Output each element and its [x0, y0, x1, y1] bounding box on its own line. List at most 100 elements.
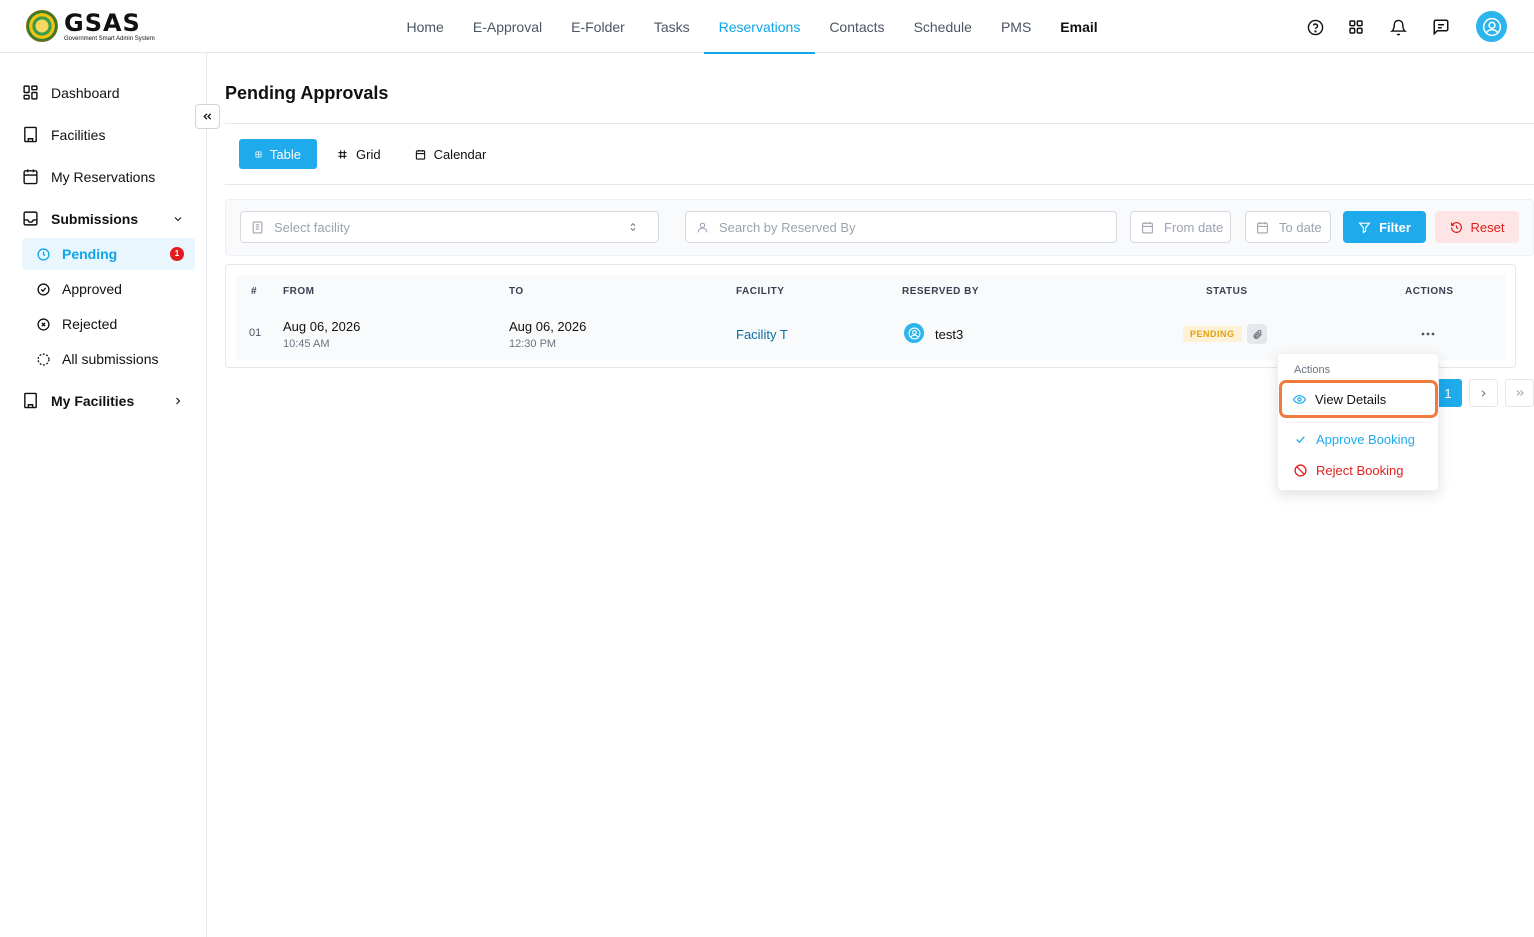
- ban-icon: [1294, 464, 1307, 477]
- facility-link[interactable]: Facility T: [736, 327, 788, 342]
- tab-calendar[interactable]: Calendar: [399, 139, 503, 169]
- reject-booking-label: Reject Booking: [1316, 463, 1404, 478]
- page-title: Pending Approvals: [225, 83, 389, 103]
- approve-booking-menu-item[interactable]: Approve Booking: [1294, 432, 1415, 447]
- from-date-placeholder: From date: [1164, 219, 1224, 235]
- menu-divider: [1286, 422, 1432, 423]
- sidebar-label-submissions: Submissions: [51, 210, 139, 227]
- nav-schedule[interactable]: Schedule: [899, 0, 986, 53]
- tab-grid[interactable]: Grid: [321, 139, 397, 169]
- user-avatar-icon: [904, 323, 924, 343]
- nav-e-folder[interactable]: E-Folder: [557, 0, 640, 53]
- gsas-logo[interactable]: GSAS Government Smart Admin System: [26, 10, 155, 42]
- approve-booking-label: Approve Booking: [1316, 432, 1416, 447]
- column-header-to: TO: [509, 286, 524, 297]
- sidebar-item-pending[interactable]: Pending 1: [22, 238, 195, 270]
- sidebar-label-approved: Approved: [62, 281, 122, 297]
- nav-e-approval[interactable]: E-Approval: [458, 0, 556, 53]
- reject-booking-menu-item[interactable]: Reject Booking: [1294, 463, 1403, 478]
- column-header-status: STATUS: [1206, 286, 1248, 297]
- table-header: # FROM TO FACILITY RESERVED BY STATUS AC…: [236, 275, 1506, 308]
- user-avatar-icon[interactable]: [1476, 11, 1507, 42]
- reset-icon: [1450, 221, 1462, 233]
- sidebar-label-my-reservations: My Reservations: [51, 168, 156, 185]
- actions-menu-heading: Actions: [1294, 364, 1331, 376]
- x-circle-icon: [37, 317, 50, 331]
- government-seal-icon: [26, 10, 58, 42]
- chevrons-left-icon: [203, 113, 212, 120]
- chevron-updown-icon: [630, 222, 636, 232]
- sidebar-item-my-reservations[interactable]: My Reservations: [22, 168, 155, 185]
- nav-contacts[interactable]: Contacts: [815, 0, 899, 53]
- filter-button[interactable]: Filter: [1343, 211, 1426, 243]
- column-header-number: #: [251, 286, 258, 297]
- collapse-sidebar-button[interactable]: [195, 104, 220, 129]
- sidebar-label-my-facilities: My Facilities: [51, 392, 135, 409]
- reset-button[interactable]: Reset: [1435, 211, 1519, 243]
- inbox-icon: [23, 211, 38, 226]
- attachment-icon[interactable]: [1247, 324, 1267, 344]
- divider: [225, 184, 1534, 185]
- grid-icon: [338, 149, 347, 159]
- view-details-menu-item[interactable]: View Details: [1293, 392, 1386, 407]
- facility-select[interactable]: Select facility: [240, 211, 659, 243]
- table-icon: [255, 151, 262, 157]
- divider: [225, 123, 1534, 124]
- column-header-from: FROM: [283, 286, 315, 297]
- bell-icon[interactable]: [1388, 17, 1408, 37]
- tab-table[interactable]: Table: [239, 139, 317, 169]
- help-icon[interactable]: [1305, 17, 1325, 37]
- reserved-by-search-input[interactable]: Search by Reserved By: [685, 211, 1117, 243]
- top-navbar: GSAS Government Smart Admin System Home …: [0, 0, 1534, 54]
- row-number: 01: [249, 327, 262, 339]
- calendar-icon: [1257, 221, 1268, 233]
- nav-email[interactable]: Email: [1046, 0, 1112, 53]
- sidebar-item-all-submissions[interactable]: All submissions: [22, 343, 195, 375]
- calendar-icon: [23, 169, 38, 185]
- tab-calendar-label: Calendar: [433, 146, 487, 162]
- actions-dropdown-menu: Actions View Details Approve Booking Rej…: [1277, 353, 1439, 491]
- row-actions-menu-button[interactable]: [1418, 324, 1438, 344]
- eye-icon: [1293, 395, 1306, 404]
- sidebar-item-my-facilities[interactable]: My Facilities: [22, 392, 187, 409]
- building-icon: [24, 126, 37, 143]
- more-horizontal-icon: [1421, 332, 1435, 336]
- clock-icon: [37, 247, 50, 261]
- column-header-facility: FACILITY: [736, 286, 785, 297]
- nav-home[interactable]: Home: [392, 0, 458, 53]
- sidebar-item-dashboard[interactable]: Dashboard: [22, 84, 120, 101]
- calendar-icon: [415, 149, 425, 160]
- calendar-icon: [1142, 221, 1153, 233]
- sidebar-item-rejected[interactable]: Rejected: [22, 308, 195, 340]
- chevron-right-icon: [176, 397, 181, 404]
- sidebar-item-facilities[interactable]: Facilities: [22, 126, 105, 143]
- last-page-button[interactable]: [1505, 379, 1534, 407]
- from-time: 10:45 AM: [283, 338, 330, 350]
- reserved-by-search-placeholder: Search by Reserved By: [719, 219, 856, 235]
- building-icon: [24, 392, 37, 409]
- chevron-down-icon: [174, 216, 182, 221]
- next-page-button[interactable]: [1469, 379, 1498, 407]
- from-date-input[interactable]: From date: [1130, 211, 1231, 243]
- sidebar-label-facilities: Facilities: [51, 126, 106, 143]
- sidebar-label-dashboard: Dashboard: [51, 84, 120, 101]
- nav-reservations[interactable]: Reservations: [704, 0, 815, 54]
- sidebar-item-approved[interactable]: Approved: [22, 273, 195, 305]
- status-badge: PENDING: [1183, 326, 1242, 342]
- chat-icon[interactable]: [1431, 17, 1451, 37]
- logo-title: GSAS: [64, 8, 141, 37]
- dashed-circle-icon: [37, 352, 50, 366]
- reserved-by-name: test3: [935, 327, 964, 342]
- sidebar-item-submissions[interactable]: Submissions: [22, 210, 187, 227]
- pending-count-badge: 1: [170, 247, 184, 261]
- chevrons-right-icon: [1516, 390, 1524, 396]
- tab-table-label: Table: [269, 146, 301, 162]
- column-header-reserved-by: RESERVED BY: [902, 286, 980, 297]
- nav-pms[interactable]: PMS: [986, 0, 1045, 53]
- apps-grid-icon[interactable]: [1346, 17, 1366, 37]
- facility-select-placeholder: Select facility: [274, 219, 350, 235]
- nav-tasks[interactable]: Tasks: [639, 0, 704, 53]
- check-icon: [1296, 436, 1305, 444]
- to-date-input[interactable]: To date: [1245, 211, 1331, 243]
- view-tabs: Table Grid Calendar: [239, 139, 502, 169]
